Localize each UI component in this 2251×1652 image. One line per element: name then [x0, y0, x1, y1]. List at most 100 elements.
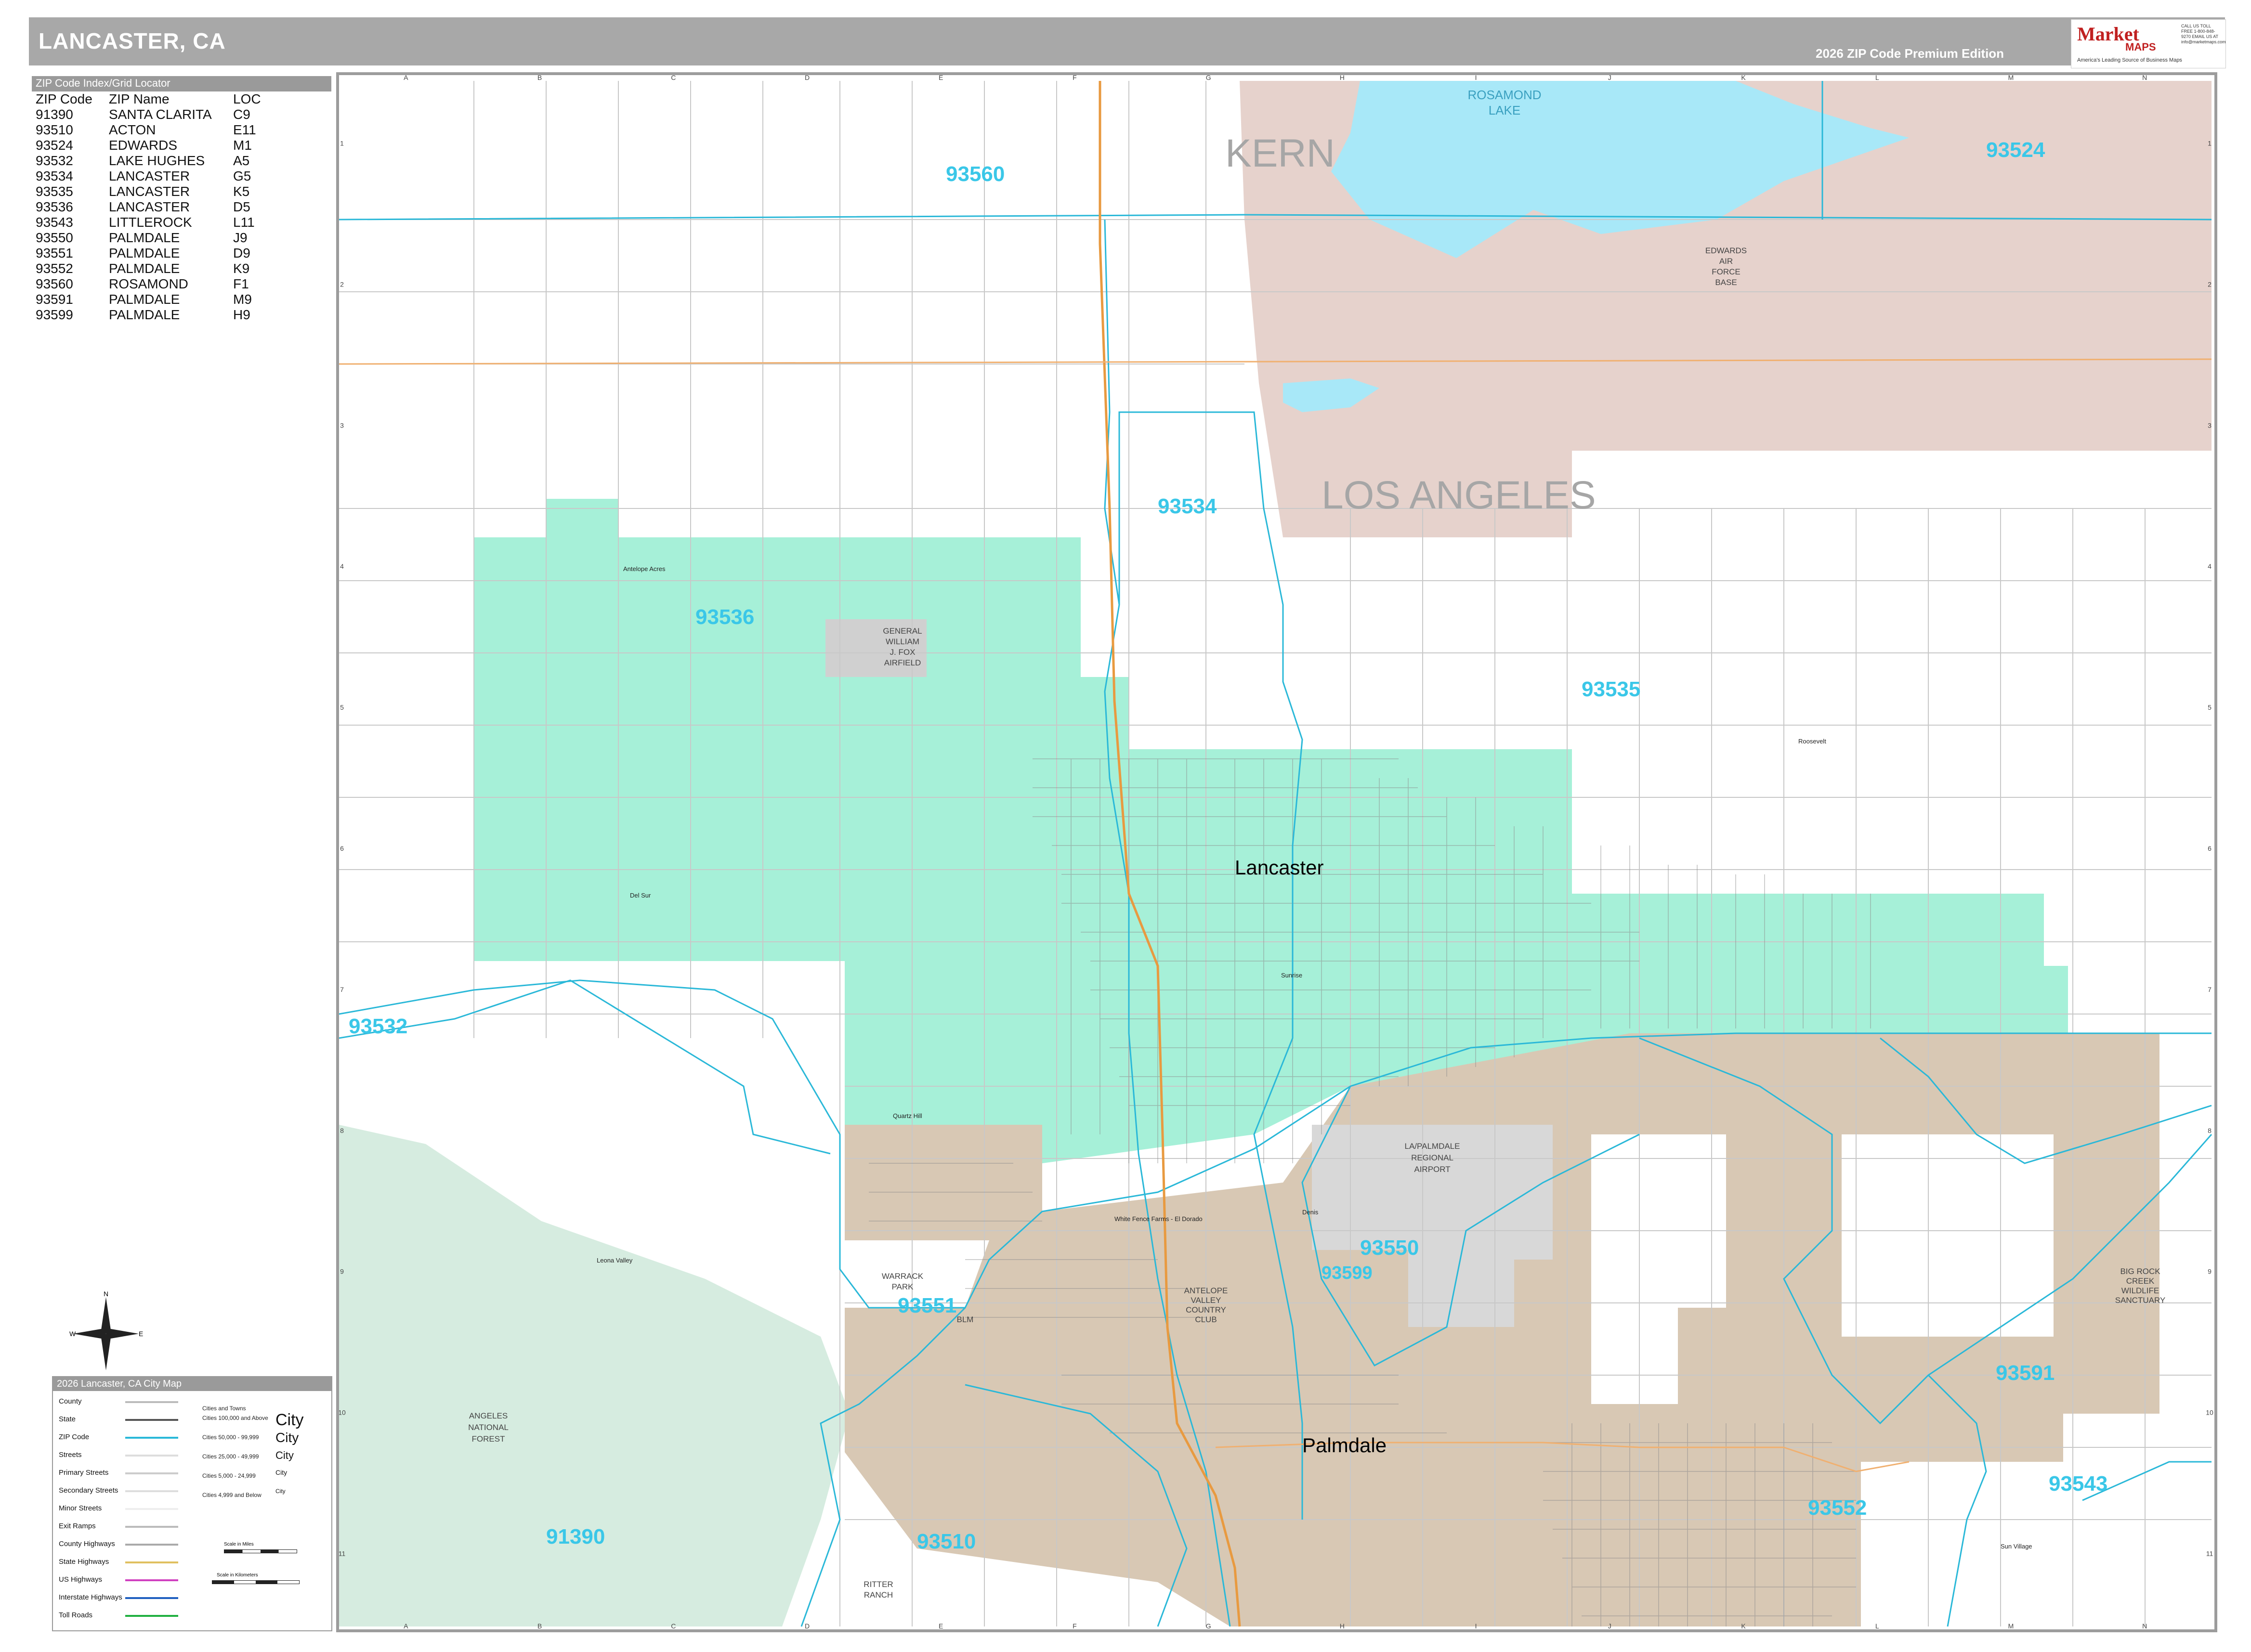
city-size-label: Cities 100,000 and Above — [202, 1415, 268, 1421]
zip-index-cell: PALMDALE — [109, 230, 180, 245]
place-label: Sunrise — [1281, 972, 1302, 979]
grid-label: 8 — [340, 1127, 344, 1134]
forest-label: ANGELES — [469, 1411, 508, 1420]
zip-index-body: 91390 SANTA CLARITA C9 93510 ACTON E11 93524 ED… — [32, 107, 331, 323]
zip-label: 93534 — [1158, 494, 1217, 518]
legend-swatch — [125, 1544, 178, 1546]
zip-index-row: 93524 EDWARDS M1 — [32, 138, 331, 153]
zip-label: 93591 — [1996, 1361, 2055, 1385]
column-header: LOC — [233, 91, 261, 106]
forest-label: NATIONAL — [468, 1423, 509, 1432]
airfield-label: WILLIAM — [886, 637, 919, 646]
warrack-label: WARRACK — [882, 1272, 924, 1281]
grid-label: E — [939, 1622, 943, 1629]
scale-bar-km — [212, 1580, 300, 1584]
zip-index-cell: ACTON — [109, 122, 156, 137]
place-label: Sun Village — [2001, 1543, 2032, 1550]
grid-label: 2 — [2208, 280, 2212, 288]
column-header: ZIP Code — [36, 91, 92, 106]
legend-heading: 2026 Lancaster, CA City Map — [53, 1377, 331, 1391]
legend-item-label: US Highways — [59, 1575, 103, 1584]
legend-swatch — [125, 1401, 178, 1403]
zip-index-cell: 93591 — [36, 292, 73, 307]
zip-index-cell: LANCASTER — [109, 184, 190, 199]
legend-item-label: Primary Streets — [59, 1469, 109, 1477]
grid-label: F — [1073, 75, 1077, 81]
zip-index-cell: 93551 — [36, 246, 73, 260]
zip-index-row: 93552 PALMDALE K9 — [32, 261, 331, 276]
airfield-label: J. FOX — [890, 648, 916, 657]
grid-label: 1 — [2208, 139, 2212, 147]
zip-label: 93535 — [1582, 677, 1640, 701]
country-club-label: COUNTRY — [1186, 1305, 1226, 1314]
city-size-sample: City — [275, 1449, 294, 1461]
legend-item-label: State Highways — [59, 1558, 109, 1566]
zip-index-cell: 93599 — [36, 307, 73, 322]
city-label-palmdale: Palmdale — [1302, 1434, 1387, 1457]
city-size-label: Cities 50,000 - 99,999 — [202, 1434, 259, 1441]
city-size-sample: City — [275, 1430, 299, 1445]
legend-swatch — [125, 1615, 178, 1617]
legend-item-label: Exit Ramps — [59, 1522, 96, 1530]
legend-item-label: State — [59, 1415, 76, 1423]
place-label: Leona Valley — [597, 1257, 633, 1264]
zip-index-cell: ROSAMOND — [109, 276, 188, 291]
place-label: White Fence Farms - El Dorado — [1114, 1215, 1203, 1223]
zip-index-cell: 93534 — [36, 169, 73, 183]
place-label: Quartz Hill — [893, 1112, 922, 1119]
zip-index-cell: J9 — [233, 230, 248, 245]
country-club-label: VALLEY — [1191, 1296, 1221, 1305]
grid-label: J — [1608, 75, 1611, 81]
grid-label: 3 — [2208, 421, 2212, 429]
map-canvas[interactable]: ABCDEFGHIJKLMN ABCDEFGHIJKLMN 1234567891… — [339, 75, 2214, 1629]
zip-index-heading: ZIP Code Index/Grid Locator — [32, 76, 331, 91]
legend-item-label: ZIP Code — [59, 1433, 90, 1441]
zip-index-row: 93550 PALMDALE J9 — [32, 230, 331, 246]
blm-label: BLM — [957, 1315, 974, 1324]
grid-label: 11 — [2206, 1550, 2213, 1558]
zip-index-cell: LITTLEROCK — [109, 215, 192, 230]
city-size-label: Cities 25,000 - 49,999 — [202, 1453, 259, 1460]
zip-index-row: 93599 PALMDALE H9 — [32, 307, 331, 323]
grid-label: J — [1608, 1622, 1611, 1629]
scale-km-label: Scale in Kilometers — [217, 1573, 258, 1578]
zip-index-cell: K5 — [233, 184, 250, 199]
zip-label: 93510 — [917, 1530, 976, 1553]
grid-label: 1 — [340, 139, 344, 147]
city-label-lancaster: Lancaster — [1235, 856, 1323, 879]
zip-index-cell: A5 — [233, 153, 250, 168]
legend-item-label: Interstate Highways — [59, 1593, 122, 1601]
zip-index-cell: PALMDALE — [109, 307, 180, 322]
rosamond-lake-label: ROSAMOND — [1467, 88, 1541, 102]
grid-label: 4 — [340, 562, 344, 570]
grid-label: 7 — [2208, 986, 2212, 993]
grid-label: 2 — [340, 280, 344, 288]
legend-swatch — [125, 1597, 178, 1599]
logo-maps: MAPS — [2125, 41, 2156, 53]
city-size-sample: City — [275, 1488, 286, 1495]
grid-label: 10 — [2206, 1409, 2213, 1417]
grid-label: C — [671, 1622, 676, 1629]
zip-index-cell: EDWARDS — [109, 138, 178, 153]
warrack-label: PARK — [891, 1282, 914, 1291]
zip-index-row: 93510 ACTON E11 — [32, 122, 331, 138]
place-label: Denis — [1302, 1209, 1319, 1216]
map-frame[interactable]: ABCDEFGHIJKLMN ABCDEFGHIJKLMN 1234567891… — [336, 72, 2217, 1632]
forest-label: FOREST — [472, 1434, 505, 1444]
zip-index-cell: M9 — [233, 292, 252, 307]
zip-index-cell: G5 — [233, 169, 251, 183]
zip-label: 93550 — [1360, 1236, 1419, 1260]
scale-miles-label: Scale in Miles — [224, 1542, 254, 1547]
compass-n: N — [104, 1290, 108, 1298]
legend-item-label: County Highways — [59, 1540, 115, 1548]
legend-swatch — [125, 1561, 178, 1563]
grid-label: N — [2142, 1622, 2147, 1629]
legend-swatch — [125, 1437, 178, 1439]
zip-index-cell: C9 — [233, 107, 250, 122]
grid-label: L — [1875, 1622, 1879, 1629]
place-label: Roosevelt — [1798, 738, 1826, 745]
zip-index-row: 93551 PALMDALE D9 — [32, 246, 331, 261]
ritter-label: RANCH — [864, 1590, 893, 1600]
zip-index-cell: 93524 — [36, 138, 73, 153]
grid-label: E — [939, 75, 943, 81]
